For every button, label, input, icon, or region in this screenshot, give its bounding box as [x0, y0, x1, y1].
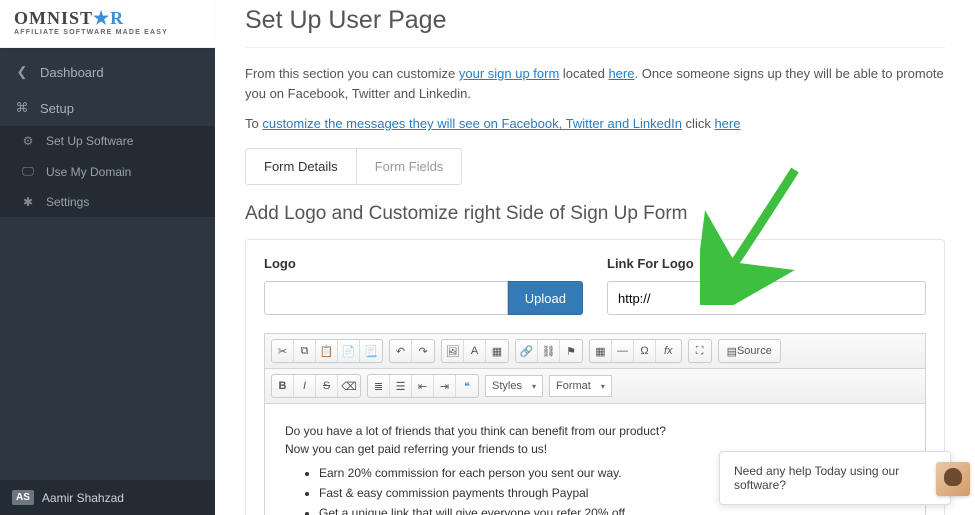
link-customize-messages[interactable]: customize the messages they will see on …	[262, 116, 682, 131]
link-for-logo-label: Link For Logo	[607, 256, 926, 271]
cog-icon: ✱	[20, 195, 36, 209]
tab-form-fields[interactable]: Form Fields	[356, 149, 462, 184]
redo-icon[interactable]: ↷	[412, 340, 434, 362]
nav-settings[interactable]: ✱ Settings	[0, 187, 215, 217]
nav-dashboard[interactable]: ❮ Dashboard	[0, 54, 215, 90]
italic-icon[interactable]: I	[294, 375, 316, 397]
nav-setup-label: Setup	[40, 101, 74, 116]
cut-icon[interactable]: ✂	[272, 340, 294, 362]
paste-icon[interactable]: 📋	[316, 340, 338, 362]
editor-toolbar-2: B I S ⌫ ≣ ☰ ⇤ ⇥ ❝ Styles▾ Format▾	[265, 369, 925, 404]
nav-dashboard-label: Dashboard	[40, 65, 104, 80]
nav-setup-software-label: Set Up Software	[46, 134, 133, 148]
strike-icon[interactable]: S	[316, 375, 338, 397]
special-char-icon[interactable]: Ω	[634, 340, 656, 362]
upload-button[interactable]: Upload	[508, 281, 583, 315]
monitor-icon: 🖵	[20, 164, 36, 179]
dashboard-icon: ⌘	[14, 100, 30, 116]
divider	[245, 47, 945, 48]
undo-icon[interactable]: ↶	[390, 340, 412, 362]
editor-bullet: Get a unique link that will give everyon…	[319, 504, 905, 515]
outdent-icon[interactable]: ⇤	[412, 375, 434, 397]
bold-icon[interactable]: B	[272, 375, 294, 397]
user-bar[interactable]: AS Aamir Shahzad	[0, 480, 215, 515]
ul-icon[interactable]: ☰	[390, 375, 412, 397]
editor-toolbar: ✂ ⧉ 📋 📄 📃 ↶ ↷ 🖼 A ▦ 🔗 ⛓	[265, 334, 925, 369]
chevron-down-icon: ▾	[532, 382, 536, 391]
copy-icon[interactable]: ⧉	[294, 340, 316, 362]
indent-icon[interactable]: ⇥	[434, 375, 456, 397]
chevron-left-icon: ❮	[14, 64, 30, 80]
blockquote-icon[interactable]: ❝	[456, 375, 478, 397]
section-heading: Add Logo and Customize right Side of Sig…	[245, 203, 945, 225]
hr-icon[interactable]: —	[612, 340, 634, 362]
nav-setup[interactable]: ⌘ Setup	[0, 90, 215, 126]
ol-icon[interactable]: ≣	[368, 375, 390, 397]
link-here-2[interactable]: here	[714, 116, 740, 131]
image-icon[interactable]: 🖼	[442, 340, 464, 362]
link-for-logo-input[interactable]	[607, 281, 926, 315]
text-color-icon[interactable]: A	[464, 340, 486, 362]
maximize-icon[interactable]: ⛶	[689, 340, 711, 362]
link-icon[interactable]: 🔗	[516, 340, 538, 362]
styles-dropdown[interactable]: Styles▾	[485, 375, 543, 397]
nav-use-domain-label: Use My Domain	[46, 165, 131, 179]
editor-line: Do you have a lot of friends that you th…	[285, 422, 905, 440]
chat-avatar	[936, 462, 970, 496]
unlink-icon[interactable]: ⛓	[538, 340, 560, 362]
page-desc-2: To customize the messages they will see …	[245, 114, 945, 134]
chat-message: Need any help Today using our software?	[734, 464, 936, 492]
chevron-down-icon: ▾	[601, 382, 605, 391]
help-chat-popup[interactable]: Need any help Today using our software?	[719, 451, 951, 505]
paste-text-icon[interactable]: 📄	[338, 340, 360, 362]
nav-setup-software[interactable]: ⚙ Set Up Software	[0, 126, 215, 156]
link-signup-form[interactable]: your sign up form	[459, 66, 559, 81]
tab-form-details[interactable]: Form Details	[246, 149, 356, 184]
format-dropdown[interactable]: Format▾	[549, 375, 612, 397]
user-initials-badge: AS	[12, 490, 34, 505]
gear-icon: ⚙	[20, 134, 36, 148]
page-desc-1: From this section you can customize your…	[245, 64, 945, 104]
nav-use-domain[interactable]: 🖵 Use My Domain	[0, 156, 215, 187]
brand-logo: OMNIST★R AFFILIATE SOFTWARE MADE EASY	[0, 0, 215, 48]
fx-icon[interactable]: fx	[656, 340, 681, 362]
nav-settings-label: Settings	[46, 195, 89, 209]
logo-label: Logo	[264, 256, 583, 271]
remove-format-icon[interactable]: ⌫	[338, 375, 360, 397]
link-here-1[interactable]: here	[608, 66, 634, 81]
page-title: Set Up User Page	[245, 6, 945, 35]
logo-file-input[interactable]	[264, 281, 508, 315]
tabs: Form Details Form Fields	[245, 148, 462, 185]
paste-word-icon[interactable]: 📃	[360, 340, 382, 362]
table-icon[interactable]: ▦	[590, 340, 612, 362]
user-name: Aamir Shahzad	[42, 491, 124, 505]
bg-color-icon[interactable]: ▦	[486, 340, 508, 362]
source-button[interactable]: ▤ Source	[719, 340, 780, 362]
anchor-icon[interactable]: ⚑	[560, 340, 582, 362]
